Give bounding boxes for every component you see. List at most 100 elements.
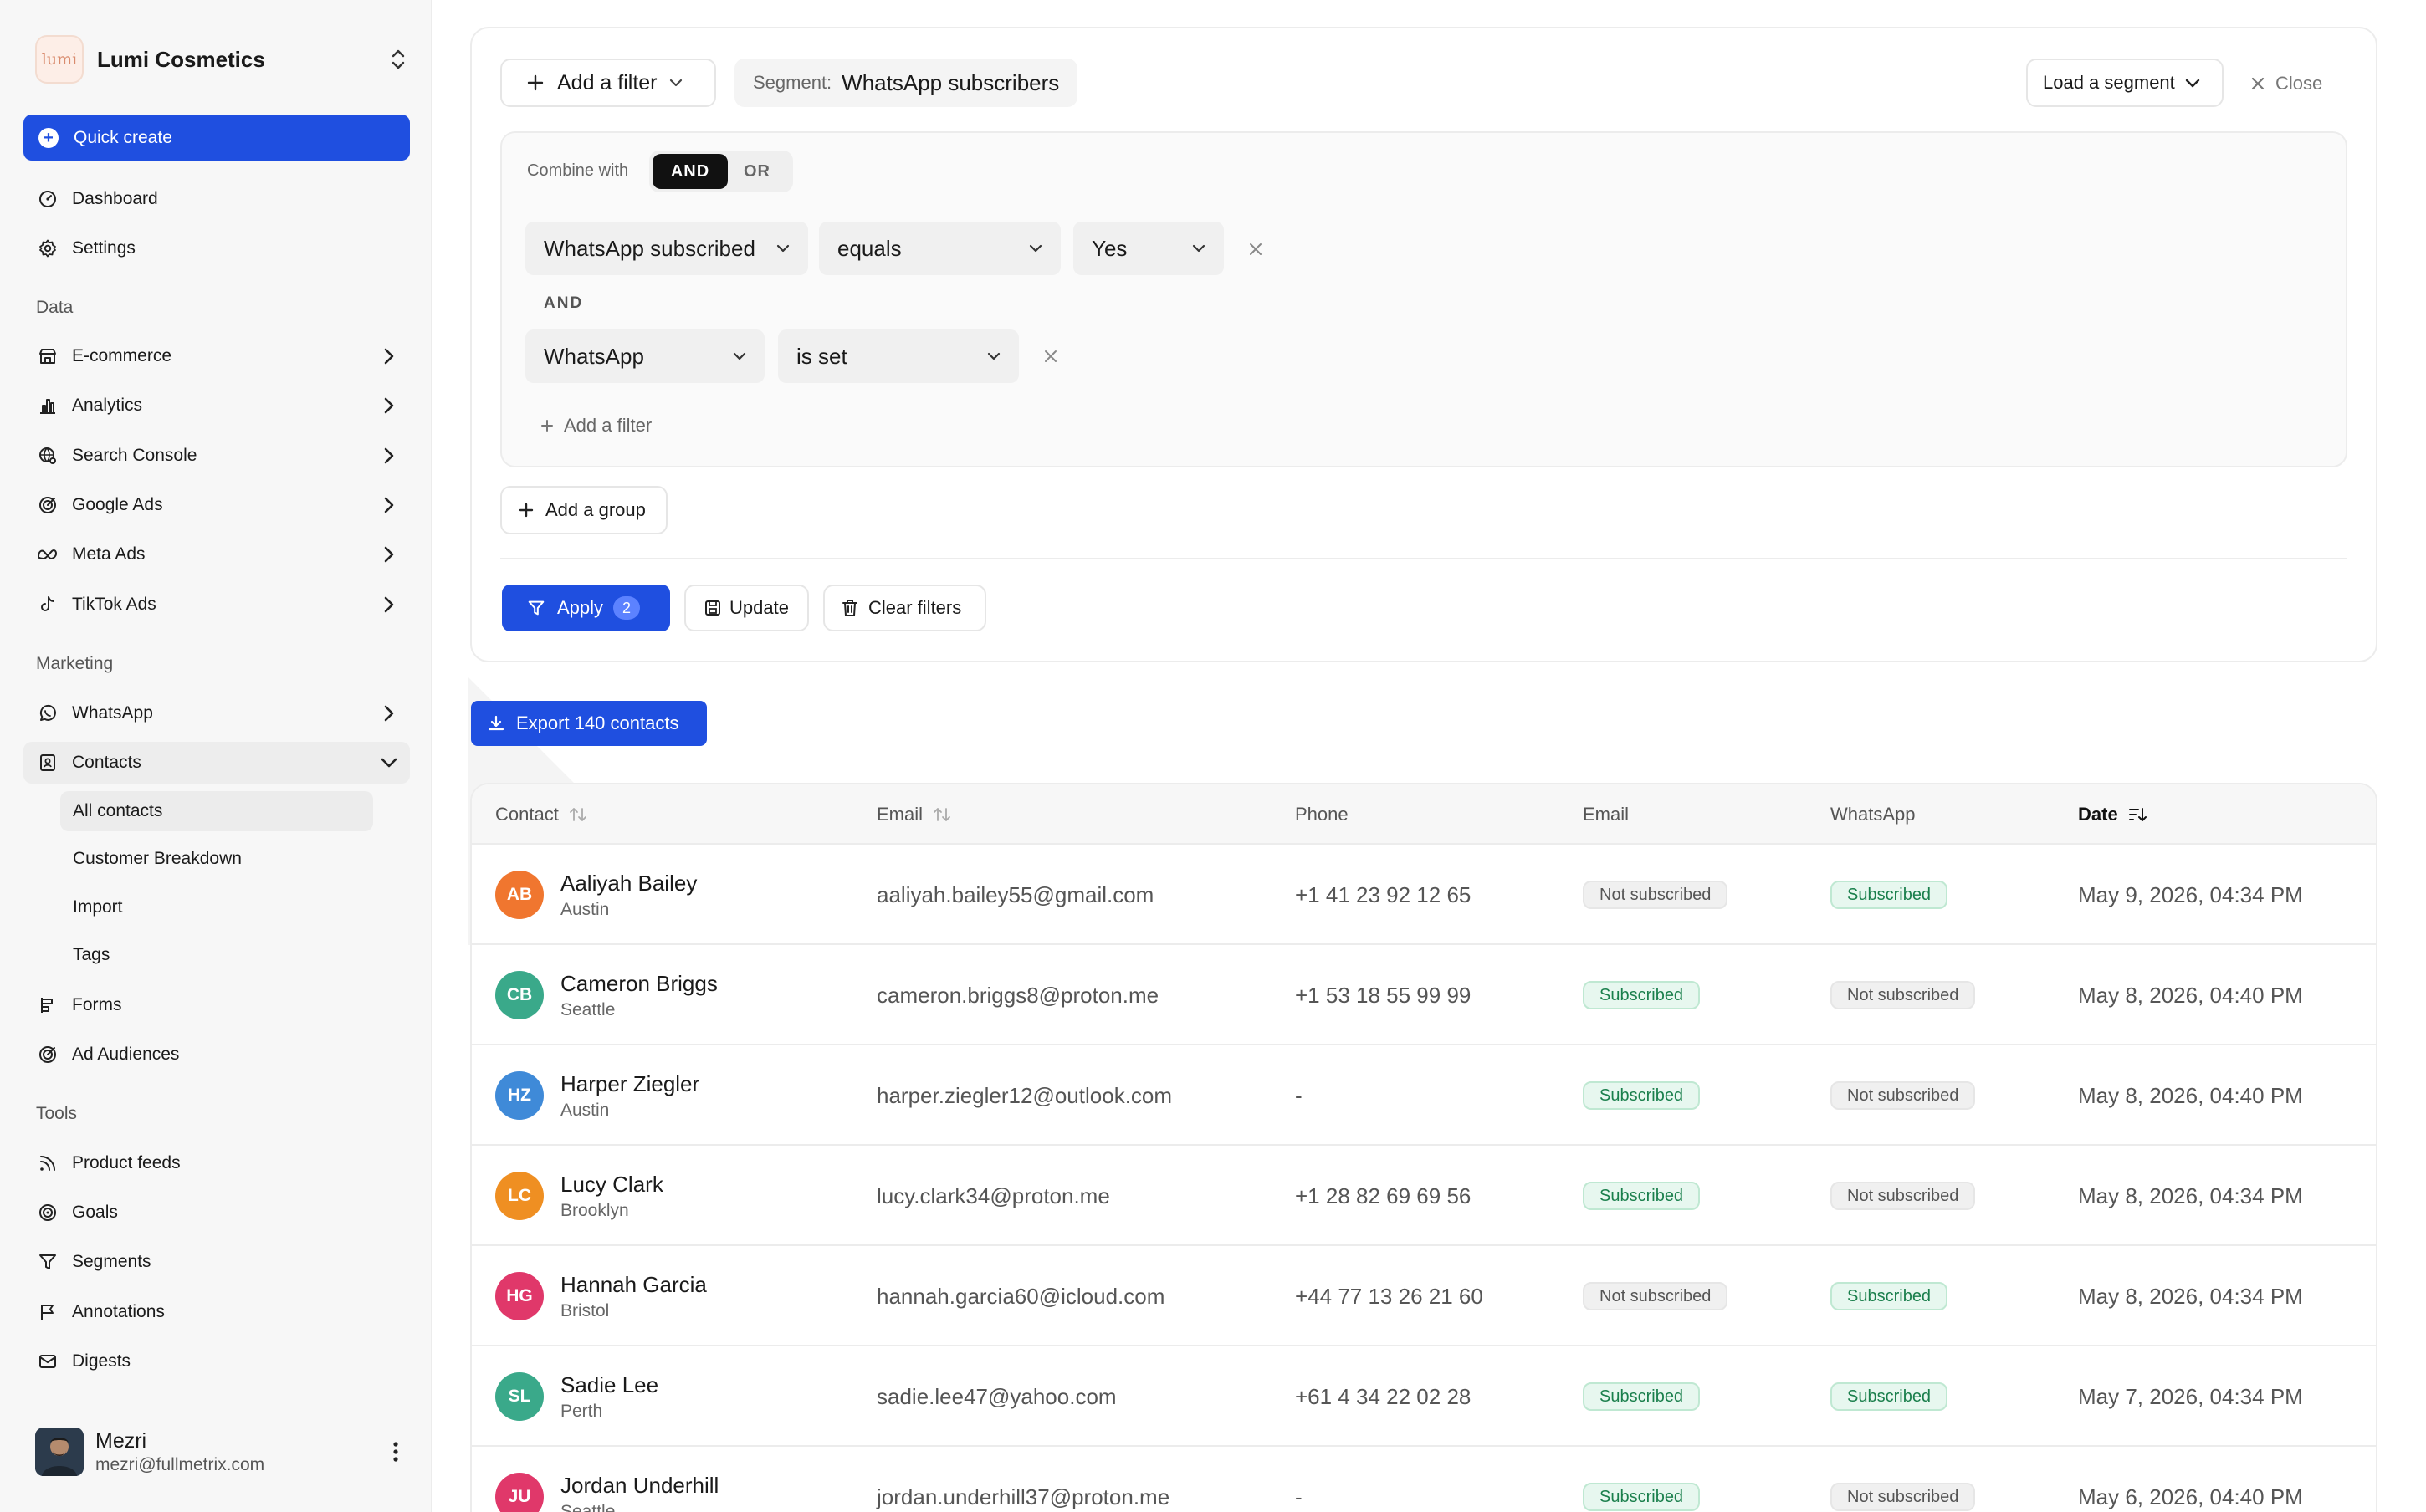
brand-logo-text: lumi <box>41 50 78 69</box>
column-header-whatsapp: WhatsApp <box>1830 784 1916 845</box>
sidebar-item-forms[interactable]: Forms <box>23 984 410 1026</box>
table-row[interactable]: CB Cameron Briggs Seattle cameron.briggs8@p… <box>472 945 2376 1045</box>
plus-circle-icon: + <box>38 127 59 148</box>
contact-name[interactable]: Aaliyah Bailey <box>560 871 697 896</box>
combine-with-label: Combine with <box>527 161 629 180</box>
table-row[interactable]: HG Hannah Garcia Bristol hannah.garcia60@ic… <box>472 1246 2376 1346</box>
chevron-up-down-icon[interactable] <box>388 45 408 74</box>
contact-name[interactable]: Harper Ziegler <box>560 1071 699 1097</box>
sidebar-item-label: E-commerce <box>72 346 172 365</box>
contact-city: Seattle <box>560 999 616 1019</box>
sidebar-item-label: Goals <box>72 1203 118 1222</box>
gear-icon <box>37 238 59 259</box>
segment-chip: Segment: WhatsApp subscribers <box>734 59 1078 107</box>
sidebar-item-digests[interactable]: Digests <box>23 1341 410 1382</box>
email-status-cell: Subscribed <box>1583 1346 1701 1447</box>
table-row[interactable]: SL Sadie Lee Perth sadie.lee47@yahoo.com +61… <box>472 1346 2376 1447</box>
whatsapp-icon <box>37 702 59 724</box>
quick-create-button[interactable]: + Quick create <box>23 115 410 161</box>
sidebar-item-whatsapp[interactable]: WhatsApp <box>23 692 410 734</box>
sidebar-subitem-all-contacts[interactable]: All contacts <box>60 791 373 831</box>
chevron-right-icon <box>376 393 402 418</box>
status-badge: Subscribed <box>1583 1081 1701 1110</box>
table-row[interactable]: AB Aaliyah Bailey Austin aaliyah.bailey55@g… <box>472 845 2376 945</box>
filter-operator-select[interactable]: equals <box>819 222 1061 275</box>
contact-name[interactable]: Sadie Lee <box>560 1372 658 1398</box>
filter-operator-select[interactable]: is set <box>778 329 1019 383</box>
apply-button[interactable]: Apply 2 <box>502 585 670 631</box>
funnel-icon <box>527 599 545 617</box>
column-header-email-status: Email <box>1583 784 1629 845</box>
contact-name-block: Cameron Briggs Seattle <box>560 971 718 1020</box>
chevron-down-icon <box>776 244 790 253</box>
workspace-switcher[interactable]: lumi Lumi Cosmetics <box>35 35 408 84</box>
sidebar-item-analytics[interactable]: Analytics <box>23 385 410 427</box>
sidebar-subitem-tags[interactable]: Tags <box>60 935 373 975</box>
sidebar-item-segments[interactable]: Segments <box>23 1241 410 1283</box>
email-status-cell: Subscribed <box>1583 1146 1701 1246</box>
filter-field-select[interactable]: WhatsApp <box>525 329 765 383</box>
and-connector: AND <box>544 294 584 312</box>
sidebar-item-tiktok-ads[interactable]: TikTok Ads <box>23 584 410 626</box>
sidebar-item-meta-ads[interactable]: Meta Ads <box>23 534 410 575</box>
column-header-contact[interactable]: Contact <box>495 784 587 845</box>
contact-city: Brooklyn <box>560 1200 629 1220</box>
avatar <box>35 1428 84 1476</box>
export-contacts-label: Export 140 contacts <box>516 713 679 733</box>
user-profile[interactable]: Mezri mezri@fullmetrix.com <box>35 1426 408 1478</box>
chevron-right-icon <box>376 701 402 726</box>
sidebar-item-ad-audiences[interactable]: Ad Audiences <box>23 1034 410 1075</box>
sidebar-subitem-import[interactable]: Import <box>60 887 373 927</box>
filter-field-select[interactable]: WhatsApp subscribed <box>525 222 808 275</box>
funnel-icon <box>37 1251 59 1273</box>
table-row[interactable]: HZ Harper Ziegler Austin harper.ziegler12@o… <box>472 1045 2376 1146</box>
contact-name[interactable]: Lucy Clark <box>560 1172 663 1198</box>
quick-create-label: Quick create <box>74 127 172 147</box>
clear-filters-button[interactable]: Clear filters <box>823 585 986 631</box>
sidebar-item-annotations[interactable]: Annotations <box>23 1291 410 1333</box>
sidebar-item-dashboard[interactable]: Dashboard <box>23 178 410 220</box>
remove-filter-icon[interactable] <box>1243 237 1268 262</box>
contact-cell: JU Jordan Underhill Seattle <box>495 1447 719 1512</box>
contact-name[interactable]: Hannah Garcia <box>560 1272 707 1298</box>
export-contacts-button[interactable]: Export 140 contacts <box>471 701 707 746</box>
sidebar-item-goals[interactable]: Goals <box>23 1192 410 1234</box>
meta-icon <box>37 544 59 565</box>
apply-label: Apply <box>557 597 604 618</box>
sidebar-item-contacts[interactable]: Contacts <box>23 742 410 784</box>
contact-city: Austin <box>560 899 610 919</box>
column-header-email[interactable]: Email <box>877 784 951 845</box>
combine-and-option[interactable]: AND <box>653 154 728 189</box>
tiktok-icon <box>37 594 59 616</box>
combine-or-option[interactable]: OR <box>728 154 786 189</box>
whatsapp-status-cell: Not subscribed <box>1830 945 1976 1045</box>
email-status-cell: Subscribed <box>1583 1045 1701 1146</box>
sidebar-item-ecommerce[interactable]: E-commerce <box>23 335 410 377</box>
sidebar-subitem-customer-breakdown[interactable]: Customer Breakdown <box>60 839 373 879</box>
column-header-label: Email <box>877 804 924 825</box>
column-header-date[interactable]: Date <box>2078 784 2147 845</box>
load-segment-button[interactable]: Load a segment <box>2026 59 2224 107</box>
update-button[interactable]: Update <box>684 585 809 631</box>
sidebar-item-product-feeds[interactable]: Product feeds <box>23 1142 410 1184</box>
table-row[interactable]: LC Lucy Clark Brooklyn lucy.clark34@proton.… <box>472 1146 2376 1246</box>
contact-name[interactable]: Jordan Underhill <box>560 1473 719 1499</box>
contact-avatar: JU <box>495 1473 544 1512</box>
table-row[interactable]: JU Jordan Underhill Seattle jordan.underhil… <box>472 1447 2376 1512</box>
more-vertical-icon[interactable] <box>383 1435 408 1469</box>
sidebar-item-label: Settings <box>72 238 136 258</box>
add-group-button[interactable]: Add a group <box>500 486 668 534</box>
close-button[interactable]: Close <box>2250 67 2322 100</box>
sidebar-item-google-ads[interactable]: Google Ads <box>23 484 410 526</box>
filter-value-select[interactable]: Yes <box>1073 222 1224 275</box>
add-filter-button[interactable]: Add a filter <box>500 59 716 107</box>
brand-name: Lumi Cosmetics <box>97 46 265 72</box>
sidebar-item-settings[interactable]: Settings <box>23 227 410 269</box>
status-badge: Subscribed <box>1830 1282 1948 1310</box>
email-status-cell: Subscribed <box>1583 945 1701 1045</box>
add-filter-link[interactable]: Add a filter <box>540 415 652 437</box>
contact-name[interactable]: Cameron Briggs <box>560 971 718 997</box>
remove-filter-icon[interactable] <box>1038 344 1063 369</box>
contact-cell: HZ Harper Ziegler Austin <box>495 1045 699 1146</box>
sidebar-item-search-console[interactable]: Search Console <box>23 435 410 477</box>
